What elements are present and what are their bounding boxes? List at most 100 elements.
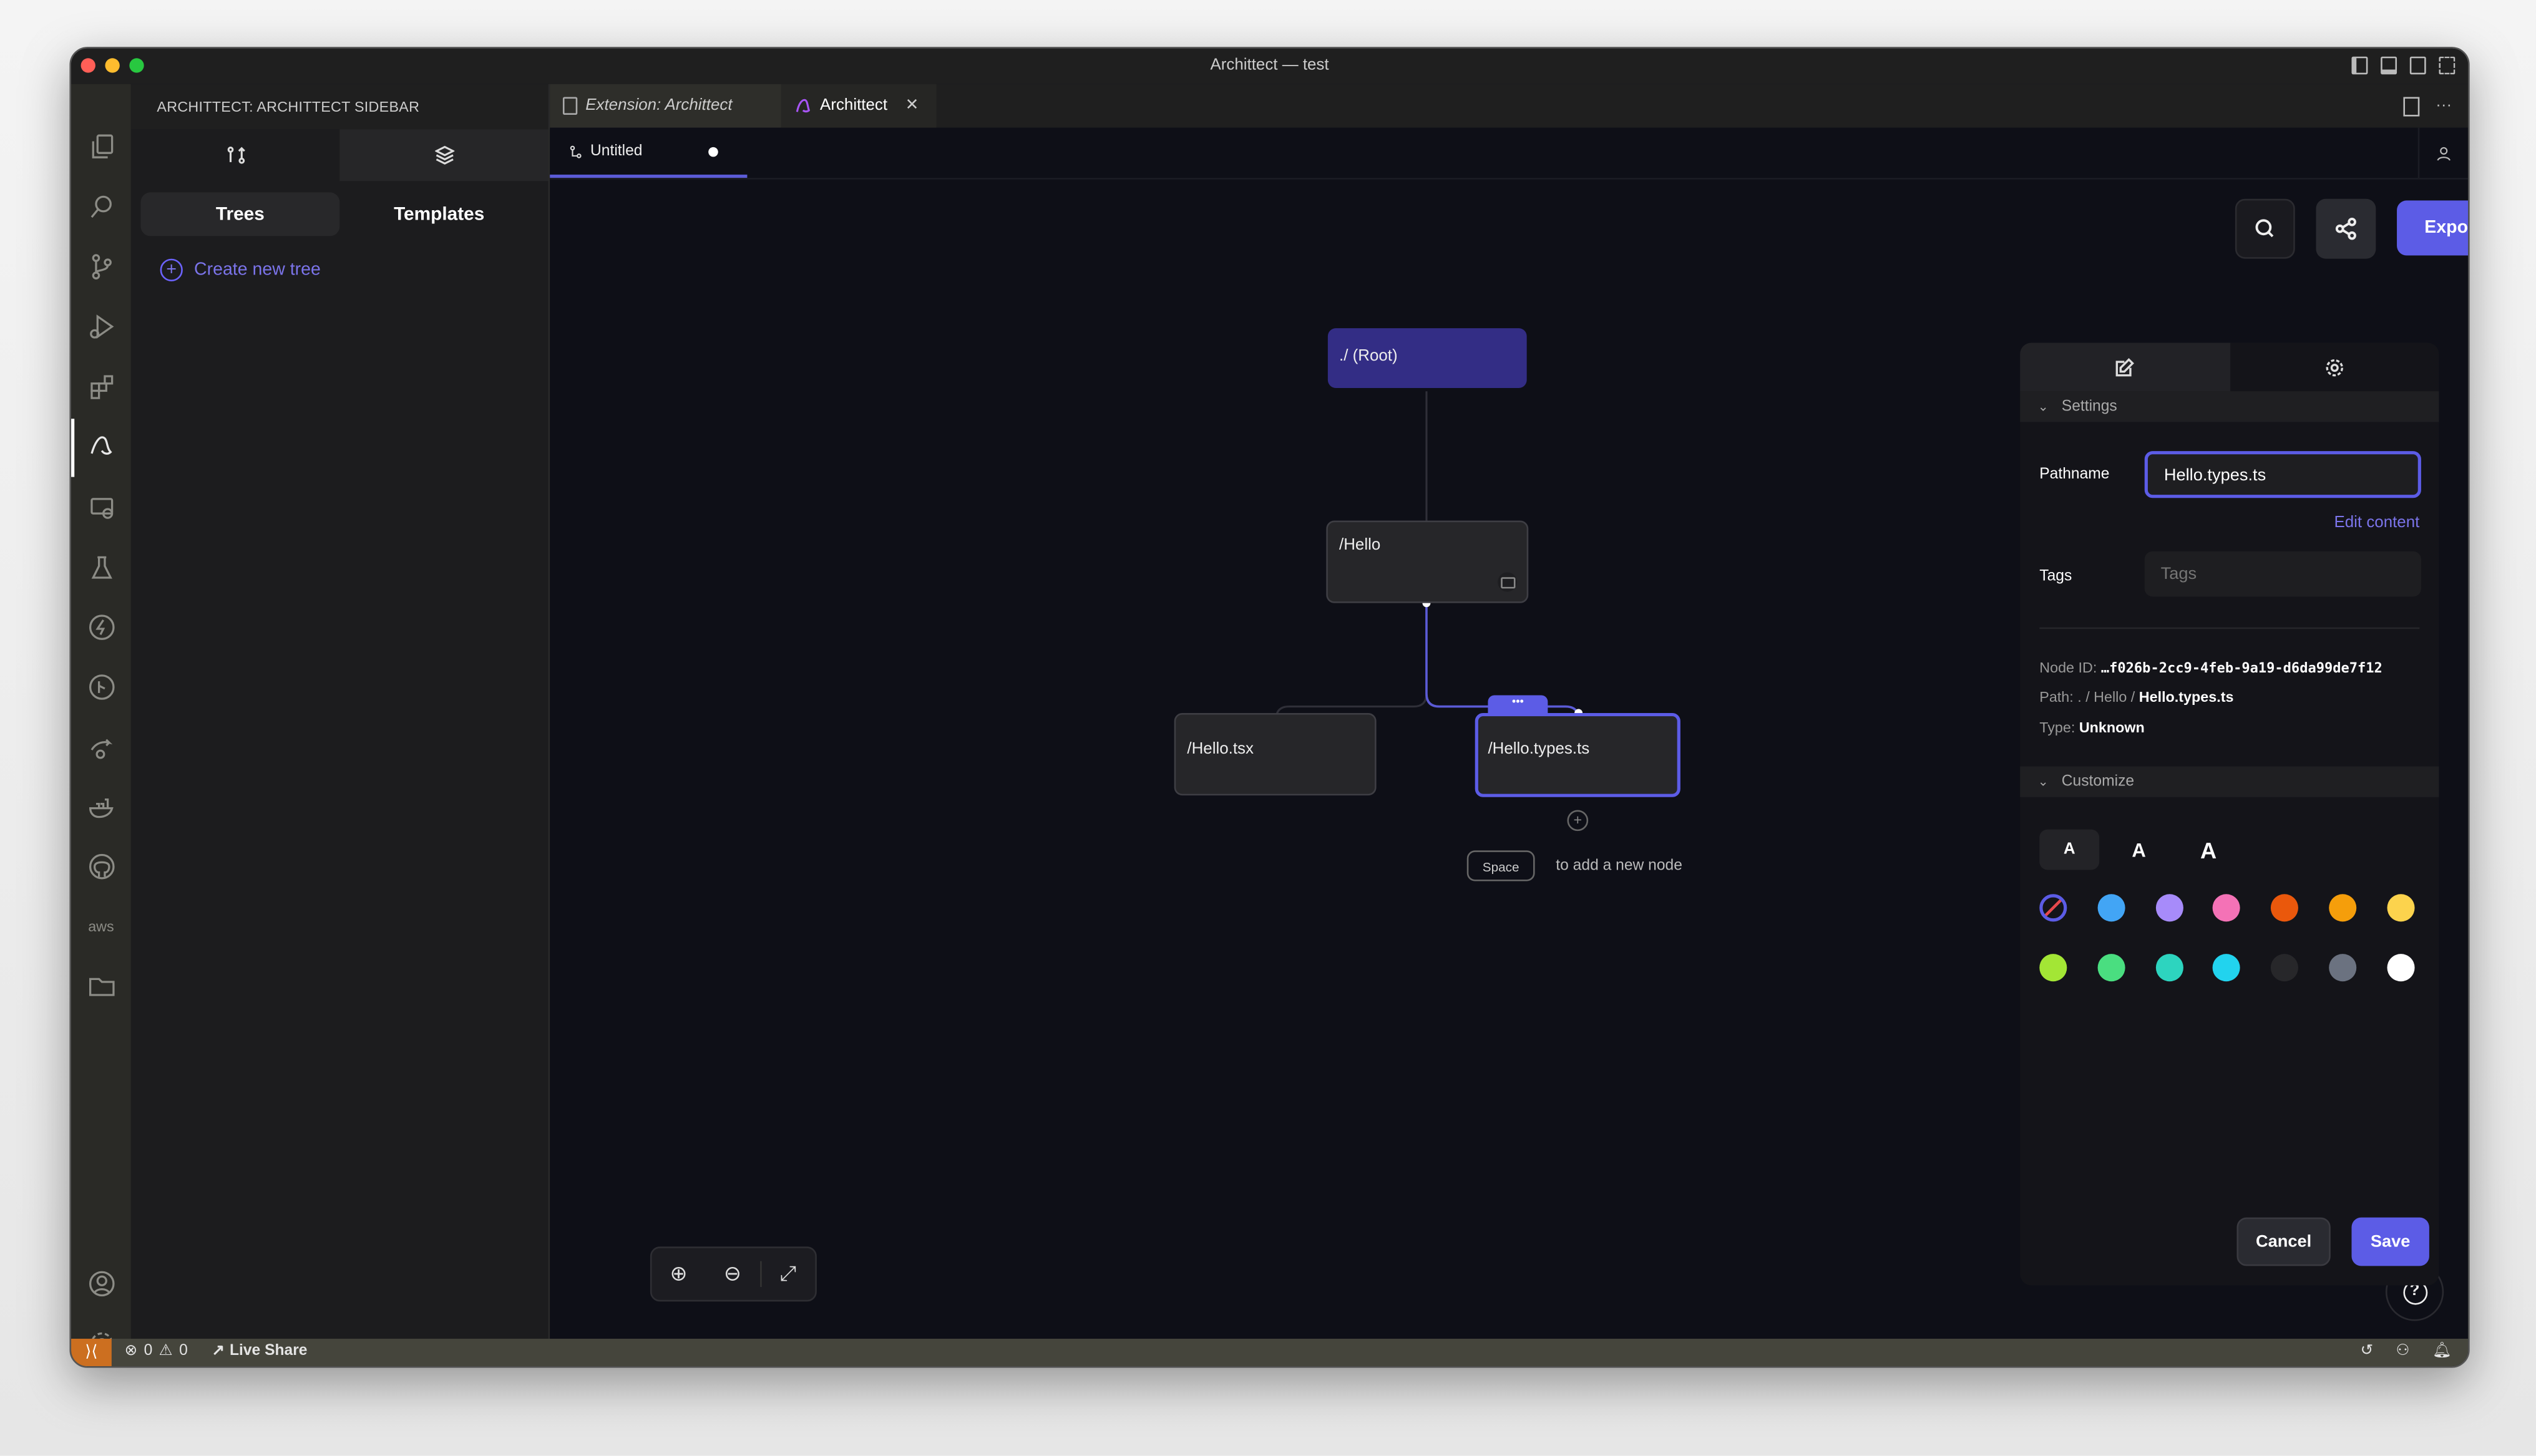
close-window-button[interactable] [80, 58, 95, 73]
account-icon[interactable] [85, 1268, 116, 1298]
sidebar-tab-templates[interactable] [339, 129, 549, 182]
color-swatch-none[interactable] [2039, 894, 2067, 922]
color-swatch[interactable] [2155, 954, 2183, 982]
color-swatch[interactable] [2097, 894, 2125, 922]
testing-icon[interactable] [85, 551, 116, 582]
remote-explorer-icon[interactable] [85, 492, 116, 522]
color-swatch[interactable] [2271, 954, 2299, 982]
archittect-icon[interactable] [85, 430, 116, 460]
sidebar-tab-trees[interactable] [131, 129, 339, 181]
tab-label: Archittect [820, 97, 888, 115]
extensions-icon[interactable] [85, 371, 116, 401]
segment-templates[interactable]: Templates [339, 192, 539, 236]
node-hello-types[interactable]: /Hello.types.ts [1475, 712, 1680, 797]
remote-indicator[interactable]: ⟩⟨ [71, 1339, 112, 1367]
font-size-small[interactable]: A [2039, 829, 2100, 870]
accounts-feedback-icon[interactable]: ⚇ [2396, 1342, 2410, 1360]
zoom-out-button[interactable]: ⊖ [706, 1261, 759, 1287]
chevron-down-icon: ⌄ [2037, 774, 2049, 789]
tags-label: Tags [2039, 567, 2072, 586]
tab-extension-archittect[interactable]: Extension: Archittect [550, 84, 781, 128]
archittect-logo-icon [796, 99, 811, 113]
tree-tab-untitled[interactable]: Untitled [550, 128, 748, 178]
color-swatch[interactable] [2213, 894, 2241, 922]
share-icon [2335, 218, 2356, 240]
panel-tab-edit[interactable] [2020, 342, 2230, 392]
customize-layout-icon[interactable] [2439, 56, 2456, 75]
gitlens-icon[interactable] [85, 671, 116, 702]
add-child-node-button[interactable]: + [1567, 810, 1589, 832]
segment-trees[interactable]: Trees [140, 192, 340, 236]
chevron-down-icon: ⌄ [2037, 399, 2049, 414]
unsaved-dot-icon [708, 147, 718, 157]
save-button[interactable]: Save [2351, 1217, 2429, 1266]
active-indicator [71, 419, 75, 477]
toggle-panel-icon[interactable] [2381, 56, 2397, 75]
edit-content-link[interactable]: Edit content [2334, 514, 2419, 532]
node-menu-button[interactable]: ••• [1488, 695, 1548, 715]
node-label: ./ (Root) [1339, 347, 1398, 366]
activity-bar: aws [71, 84, 131, 1354]
color-swatch[interactable] [2329, 954, 2357, 982]
explorer-icon[interactable] [85, 131, 116, 162]
source-control-icon[interactable] [85, 251, 116, 281]
toggle-secondary-sidebar-icon[interactable] [2409, 56, 2426, 75]
color-swatch[interactable] [2386, 894, 2415, 922]
search-icon[interactable] [85, 191, 116, 221]
tree-canvas[interactable]: ./ (Root) /Hello /Hello.tsx ••• /Hello.t… [550, 180, 2469, 1339]
history-icon[interactable]: ↺ [2361, 1342, 2374, 1360]
color-swatch[interactable] [2329, 894, 2357, 922]
node-hello[interactable]: /Hello [1326, 520, 1529, 603]
folder-icon[interactable] [85, 970, 116, 1001]
tags-input[interactable] [2144, 551, 2421, 597]
path-label: Path: [2039, 689, 2074, 706]
tab-archittect[interactable]: Archittect ✕ [781, 84, 937, 128]
problems-indicator[interactable]: ⊗ 0 ⚠ 0 [125, 1342, 188, 1360]
settings-section-header[interactable]: ⌄ Settings [2020, 391, 2439, 422]
close-tab-icon[interactable]: ✕ [905, 97, 919, 115]
title-bar: Archittect — test [71, 48, 2469, 84]
more-actions-icon[interactable]: ··· [2436, 97, 2452, 117]
color-swatch[interactable] [2271, 894, 2299, 922]
search-nodes-button[interactable] [2235, 198, 2295, 259]
fit-view-button[interactable]: ⤢ [759, 1261, 815, 1288]
color-swatch[interactable] [2155, 894, 2183, 922]
github-icon[interactable] [85, 850, 116, 881]
customize-section-header[interactable]: ⌄ Customize [2020, 766, 2439, 797]
docker-icon[interactable] [85, 790, 116, 821]
font-size-medium[interactable]: A [2109, 830, 2169, 870]
zoom-in-button[interactable]: ⊕ [651, 1261, 705, 1287]
color-swatch[interactable] [2213, 954, 2241, 982]
notifications-bell-icon[interactable]: 🔔︎ [2432, 1342, 2452, 1360]
panel-tab-settings[interactable] [2230, 342, 2439, 391]
gear-icon [2325, 358, 2343, 376]
aws-icon[interactable]: aws [85, 910, 116, 941]
pathname-input[interactable] [2144, 451, 2421, 498]
share-button[interactable] [2316, 198, 2376, 259]
maximize-window-button[interactable] [129, 58, 144, 73]
file-icon [562, 97, 578, 115]
create-new-tree-label: Create new tree [194, 260, 321, 280]
color-swatch[interactable] [2386, 954, 2415, 982]
user-icon[interactable] [2417, 127, 2468, 178]
color-swatch[interactable] [2097, 954, 2125, 982]
live-share-button[interactable]: ↗ Live Share [212, 1342, 308, 1360]
font-size-large[interactable]: A [2178, 830, 2238, 870]
window-title: Archittect — test [1210, 56, 1329, 75]
archittect-sidebar: ARCHITTECT: ARCHITTECT SIDEBAR Trees Tem… [130, 84, 550, 1339]
create-new-tree-button[interactable]: + Create new tree [160, 258, 549, 281]
node-hello-tsx[interactable]: /Hello.tsx [1174, 712, 1377, 796]
run-debug-icon[interactable] [85, 311, 116, 341]
export-button[interactable]: Export [2397, 200, 2469, 256]
live-share-icon[interactable] [85, 730, 116, 761]
section-title: Settings [2061, 397, 2117, 416]
split-editor-icon[interactable] [2403, 97, 2420, 117]
color-swatch[interactable] [2039, 954, 2067, 982]
pathname-label: Pathname [2039, 465, 2110, 483]
cancel-button[interactable]: Cancel [2236, 1217, 2331, 1266]
node-root[interactable]: ./ (Root) [1327, 328, 1527, 389]
minimize-window-button[interactable] [105, 58, 120, 73]
node-label: /Hello.tsx [1187, 740, 1254, 759]
lightning-icon[interactable] [85, 611, 116, 642]
toggle-primary-sidebar-icon[interactable] [2351, 56, 2368, 75]
